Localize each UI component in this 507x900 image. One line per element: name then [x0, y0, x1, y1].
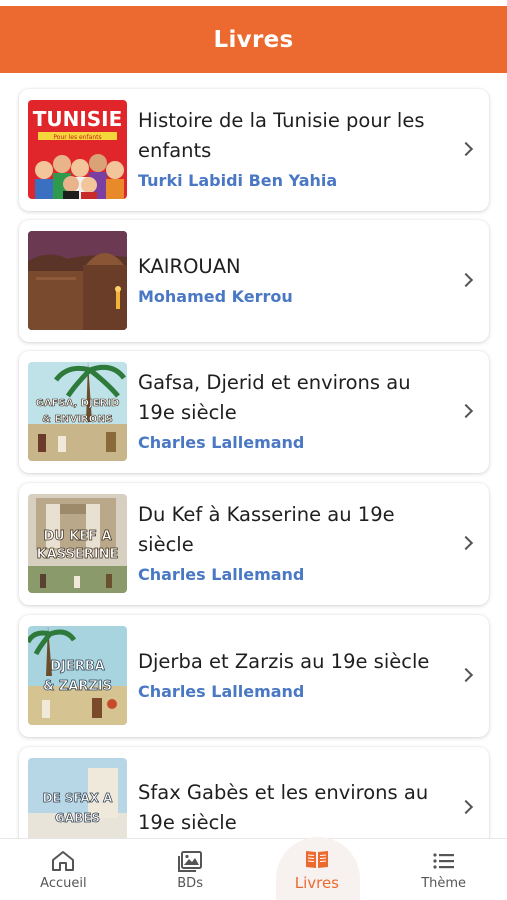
chevron-right-icon: [458, 667, 474, 683]
book-info-4: Du Kef à Kasserine au 19e siècle Charles…: [138, 483, 448, 605]
book-author: Charles Lallemand: [138, 433, 305, 452]
home-icon: [52, 850, 75, 871]
book-cover-2: [28, 231, 127, 330]
nav-tab-accueil[interactable]: Accueil: [0, 839, 127, 900]
cover-1-title: TUNISIE: [33, 107, 123, 131]
list-icon: [433, 852, 454, 869]
book-title: Sfax Gabès et les environs au 19e siècle: [138, 781, 429, 834]
book-card-4[interactable]: DU KEF A KASSERINE Du Kef à Kasserine au…: [19, 483, 489, 605]
chevron-right-icon: [458, 403, 474, 419]
nav-label: Livres: [294, 874, 340, 892]
page-title: Livres: [213, 26, 294, 53]
cover-3-title: GAFSA, DJERID: [36, 398, 120, 409]
cover-4-title: DU KEF A: [43, 529, 111, 544]
cover-6-title-2: GABES: [55, 811, 100, 825]
book-cover-4: DU KEF A KASSERINE: [28, 494, 127, 593]
book-author: Charles Lallemand: [138, 565, 305, 584]
cover-5-title: DJERBA: [50, 659, 105, 674]
book-info-6: Sfax Gabès et les environs au 19e siècle: [138, 747, 448, 838]
book-icon: [305, 851, 328, 868]
book-title: KAIROUAN: [138, 255, 241, 278]
book-card-2[interactable]: KAIROUAN Mohamed Kerrou: [19, 220, 489, 342]
nav-label: Thème: [421, 875, 467, 891]
book-cover-3: GAFSA, DJERID & ENVIRONS: [28, 362, 127, 461]
chevron-right-icon: [458, 272, 474, 288]
book-author: Charles Lallemand: [138, 682, 305, 701]
cover-6-title: DE SFAX A: [43, 791, 114, 805]
cover-3-title-2: & ENVIRONS: [42, 414, 113, 425]
book-info-2: KAIROUAN Mohamed Kerrou: [138, 220, 448, 342]
book-title: Histoire de la Tunisie pour les enfants: [138, 109, 425, 162]
book-card-6[interactable]: DE SFAX A GABES Sfax Gabès et les enviro…: [19, 747, 489, 838]
nav-tab-bds[interactable]: BDs: [127, 839, 254, 900]
book-info-1: Histoire de la Tunisie pour les enfants …: [138, 89, 448, 211]
book-title: Gafsa, Djerid et environs au 19e siècle: [138, 371, 411, 424]
book-cover-6: DE SFAX A GABES: [28, 758, 127, 838]
image-icon: [178, 850, 203, 872]
book-info-5: Djerba et Zarzis au 19e siècle Charles L…: [138, 615, 448, 737]
book-author: Turki Labidi Ben Yahia: [138, 171, 338, 190]
book-card-5[interactable]: DJERBA & ZARZIS Djerba et Zarzis au 19e …: [19, 615, 489, 737]
book-author: Mohamed Kerrou: [138, 287, 293, 306]
book-cover-5: DJERBA & ZARZIS: [28, 626, 127, 725]
nav-tab-theme[interactable]: Thème: [380, 839, 507, 900]
chevron-right-icon: [458, 799, 474, 815]
cover-5-title-2: & ZARZIS: [43, 679, 112, 694]
book-card-1[interactable]: TUNISIE Pour les enfants Histoire de la …: [19, 89, 489, 211]
book-title: Du Kef à Kasserine au 19e siècle: [138, 503, 395, 556]
nav-label: Accueil: [40, 875, 87, 891]
book-info-3: Gafsa, Djerid et environs au 19e siècle …: [138, 351, 448, 473]
nav-label: BDs: [177, 875, 203, 891]
book-card-3[interactable]: GAFSA, DJERID & ENVIRONS Gafsa, Djerid e…: [19, 351, 489, 473]
app-header: Livres: [0, 6, 507, 73]
book-title: Djerba et Zarzis au 19e siècle: [138, 650, 430, 673]
book-list[interactable]: TUNISIE Pour les enfants Histoire de la …: [0, 73, 507, 838]
book-cover-1: TUNISIE Pour les enfants: [28, 100, 127, 199]
nav-tab-livres[interactable]: Livres: [254, 837, 381, 900]
app-screen: Livres TUNISIE Pour les enfants Histoire…: [0, 0, 507, 900]
bottom-nav: Accueil BDs Livres Thème: [0, 837, 507, 900]
cover-1-subtitle: Pour les enfants: [53, 134, 101, 141]
chevron-right-icon: [458, 141, 474, 157]
chevron-right-icon: [458, 535, 474, 551]
cover-4-title-2: KASSERINE: [37, 547, 119, 562]
